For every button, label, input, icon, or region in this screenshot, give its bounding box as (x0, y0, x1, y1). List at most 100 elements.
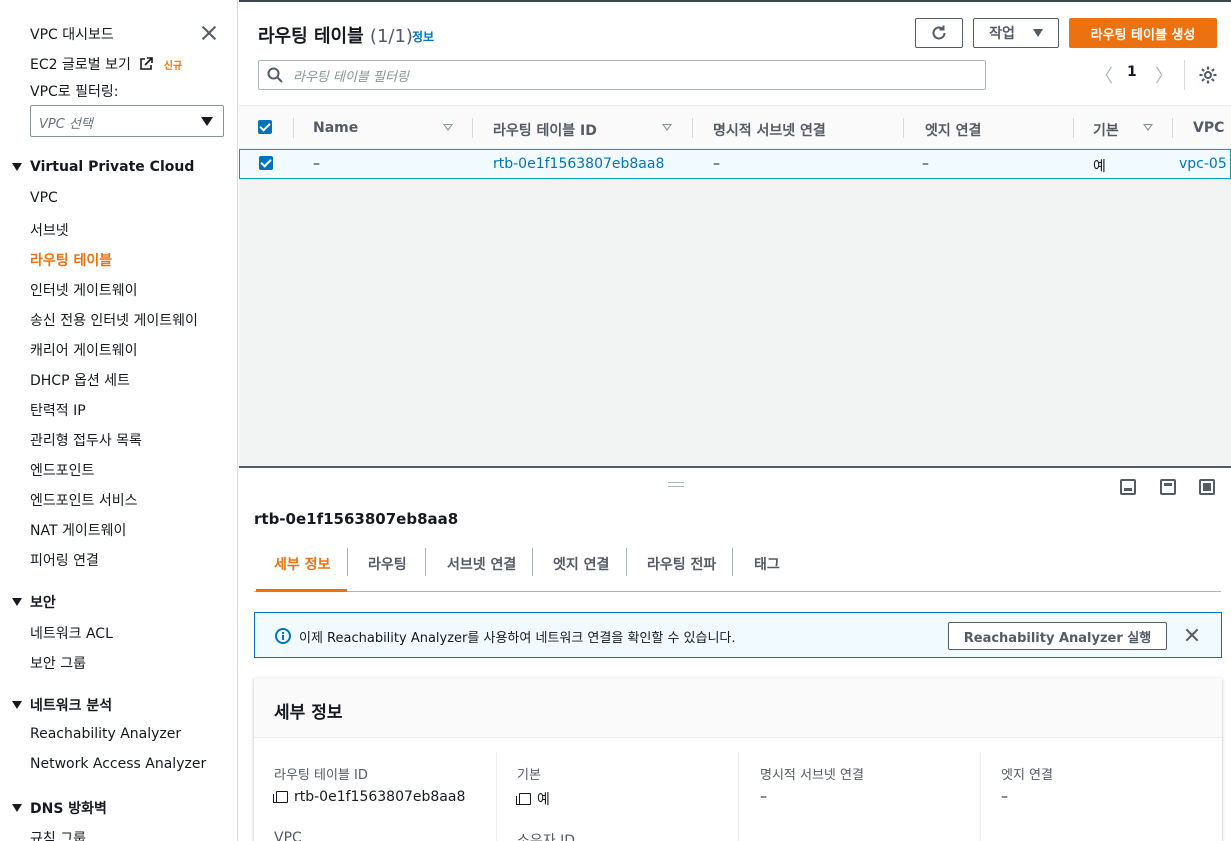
sort-icon[interactable] (1143, 124, 1153, 131)
field-value-route-table-id: rtb-0e1f1563807eb8aa8 (273, 789, 465, 805)
select-all-checkbox[interactable] (258, 120, 272, 134)
field-label-subnet-assoc: 명시적 서브넷 연결 (760, 768, 864, 783)
vpc-filter-select[interactable]: VPC 선택 (30, 105, 224, 137)
sidebar-item-subnets[interactable]: 서브넷 (30, 220, 69, 240)
column-divider (692, 118, 693, 138)
column-divider (1073, 118, 1074, 138)
split-panel-divider[interactable] (239, 466, 1231, 468)
field-value-subnet-assoc: – (760, 789, 767, 805)
fullscreen-icon[interactable] (1199, 479, 1215, 495)
vpc-select-placeholder: VPC 선택 (39, 117, 93, 132)
sidebar-item-dhcp-options[interactable]: DHCP 옵션 세트 (30, 370, 130, 390)
copy-icon[interactable] (273, 791, 288, 803)
sidebar-item-vpc[interactable]: VPC (30, 190, 58, 206)
tab-divider (425, 548, 426, 576)
page-number[interactable]: 1 (1127, 64, 1137, 80)
column-header-main[interactable]: 기본 (1093, 120, 1119, 140)
sidebar-item-route-tables[interactable]: 라우팅 테이블 (30, 250, 112, 270)
sidebar-item-dashboard[interactable]: VPC 대시보드 (30, 24, 114, 44)
split-bottom-icon[interactable] (1120, 479, 1136, 495)
tab-subnet-associations[interactable]: 서브넷 연결 (447, 554, 516, 574)
sidebar-item-endpoint-services[interactable]: 엔드포인트 서비스 (30, 490, 138, 510)
section-security[interactable]: 보안 (12, 592, 56, 612)
tab-details[interactable]: 세부 정보 (274, 554, 330, 574)
sidebar-item-egress-gateways[interactable]: 송신 전용 인터넷 게이트웨이 (30, 310, 198, 330)
column-header-subnet-assoc[interactable]: 명시적 서브넷 연결 (713, 120, 826, 140)
refresh-button[interactable] (915, 18, 963, 48)
column-divider (472, 118, 473, 138)
sidebar-item-label[interactable]: EC2 글로벌 보기 (30, 57, 131, 73)
tab-routes[interactable]: 라우팅 (368, 554, 407, 574)
field-label-vpc: VPC (274, 830, 302, 841)
page-title-text: 라우팅 테이블 (258, 26, 364, 47)
sort-icon[interactable] (662, 124, 672, 131)
gear-icon[interactable] (1198, 65, 1218, 85)
sort-icon[interactable] (443, 124, 453, 131)
section-label: DNS 방화벽 (30, 801, 107, 817)
filter-label: VPC로 필터링: (30, 84, 119, 100)
cell-name: – (313, 156, 320, 172)
info-banner: 이제 Reachability Analyzer를 사용하여 네트워크 연결을 … (254, 612, 1222, 658)
actions-button[interactable]: 작업 (973, 18, 1059, 48)
close-icon[interactable] (1185, 628, 1199, 642)
top-border (239, 0, 1231, 2)
column-header-route-table-id[interactable]: 라우팅 테이블 ID (493, 120, 597, 140)
close-icon[interactable] (200, 24, 218, 42)
section-vpc[interactable]: Virtual Private Cloud (12, 159, 194, 175)
external-link-icon (140, 57, 154, 70)
column-divider (1172, 118, 1173, 138)
create-route-table-button[interactable]: 라우팅 테이블 생성 (1069, 18, 1217, 48)
sidebar-item-peering[interactable]: 피어링 연결 (30, 550, 99, 570)
sidebar-item-nat-gateways[interactable]: NAT 게이트웨이 (30, 520, 126, 540)
search-input[interactable]: 라우팅 테이블 필터링 (258, 60, 986, 90)
tab-edge-associations[interactable]: 엣지 연결 (553, 554, 609, 574)
sidebar-item-security-groups[interactable]: 보안 그룹 (30, 653, 86, 673)
section-network-analysis[interactable]: 네트워크 분석 (12, 695, 112, 715)
route-tables-table: Name 라우팅 테이블 ID 명시적 서브넷 연결 엣지 연결 기본 VPC … (239, 105, 1231, 466)
page-title: 라우팅 테이블 (1/1) (258, 22, 413, 48)
field-label-main: 기본 (517, 768, 541, 783)
section-dns-firewall[interactable]: DNS 방화벽 (12, 798, 107, 818)
cell-vpc-link[interactable]: vpc-05 (1179, 156, 1227, 172)
tab-tags[interactable]: 태그 (754, 554, 780, 574)
sidebar-item-prefix-lists[interactable]: 관리형 접두사 목록 (30, 430, 142, 450)
table-row[interactable]: – rtb-0e1f1563807eb8aa8 – – 예 vpc-05 (239, 149, 1231, 179)
sidebar-item-network-access[interactable]: Network Access Analyzer (30, 756, 206, 772)
sidebar-item-elastic-ip[interactable]: 탄력적 IP (30, 400, 86, 420)
tab-divider (626, 548, 627, 576)
divider (1184, 60, 1185, 90)
row-checkbox[interactable] (259, 156, 273, 170)
column-header-edge-assoc[interactable]: 엣지 연결 (925, 120, 981, 140)
cell-route-table-id-link[interactable]: rtb-0e1f1563807eb8aa8 (493, 156, 664, 172)
column-header-vpc[interactable]: VPC (1193, 120, 1224, 136)
card-title: 세부 정보 (274, 703, 343, 723)
next-page-icon[interactable]: 〉 (1155, 62, 1173, 88)
field-label-owner-id: 소유자 ID (517, 833, 575, 841)
actions-label: 작업 (989, 26, 1015, 42)
tab-divider (732, 548, 733, 576)
prev-page-icon[interactable]: 〈 (1095, 62, 1113, 88)
column-header-name[interactable]: Name (313, 120, 358, 136)
sidebar-item-reachability[interactable]: Reachability Analyzer (30, 726, 181, 742)
info-link[interactable]: 정보 (412, 28, 434, 45)
sidebar: VPC 대시보드 EC2 글로벌 보기 신규 VPC로 필터링: VPC 선택 … (0, 0, 238, 841)
sidebar-item-carrier-gateways[interactable]: 캐리어 게이트웨이 (30, 340, 138, 360)
new-badge: 신규 (163, 61, 183, 72)
section-label: Virtual Private Cloud (30, 159, 195, 175)
details-card: 세부 정보 라우팅 테이블 ID rtb-0e1f1563807eb8aa8 기… (254, 678, 1222, 841)
sidebar-item-endpoints[interactable]: 엔드포인트 (30, 460, 94, 480)
card-header: 세부 정보 (254, 678, 1222, 738)
sidebar-item-rule-groups[interactable]: 규칙 그룹 (30, 828, 86, 841)
sidebar-item-ec2-global[interactable]: EC2 글로벌 보기 신규 (30, 54, 182, 74)
sidebar-item-internet-gateways[interactable]: 인터넷 게이트웨이 (30, 280, 138, 300)
section-label: 네트워크 분석 (30, 698, 113, 714)
field-label-edge-assoc: 엣지 연결 (1001, 768, 1053, 783)
resize-handle-icon[interactable] (668, 482, 684, 487)
split-side-icon[interactable] (1160, 479, 1176, 495)
sidebar-item-network-acl[interactable]: 네트워크 ACL (30, 623, 113, 643)
tab-route-propagation[interactable]: 라우팅 전파 (647, 554, 716, 574)
field-value-text: 예 (537, 792, 550, 808)
caret-down-icon (12, 804, 22, 812)
copy-icon[interactable] (516, 793, 531, 805)
run-reachability-analyzer-button[interactable]: Reachability Analyzer 실행 (948, 622, 1167, 650)
